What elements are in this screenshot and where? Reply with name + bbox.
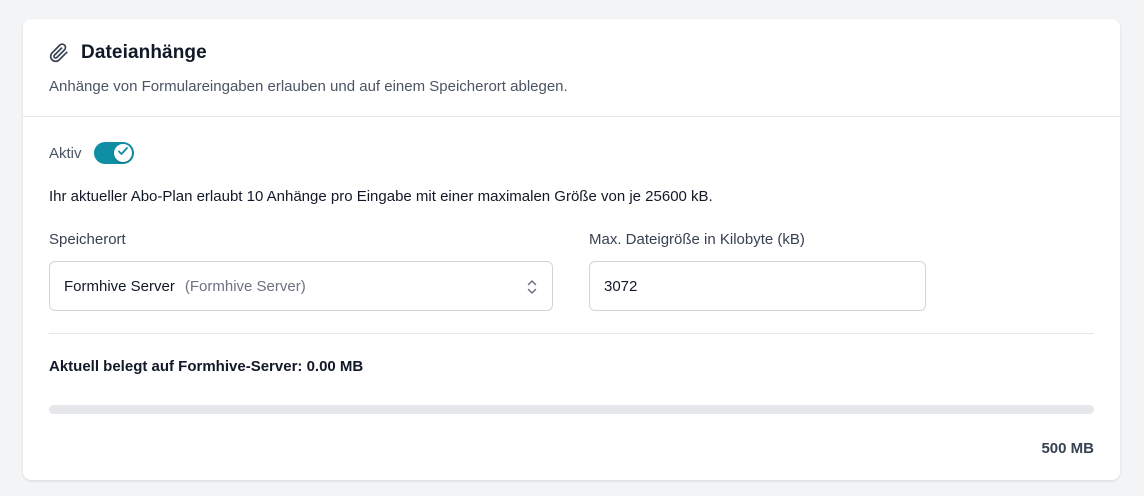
usage-progress-bar	[49, 405, 1094, 414]
toggle-knob	[113, 144, 132, 162]
fields-row: Speicherort Formhive Server (Formhive Se…	[49, 231, 1094, 311]
max-size-label: Max. Dateigröße in Kilobyte (kB)	[589, 231, 805, 248]
card-body: Aktiv Ihr aktueller Abo-Plan erlaubt 10 …	[23, 117, 1120, 457]
title-row: Dateianhänge	[49, 42, 1094, 64]
storage-select-detail: (Formhive Server)	[184, 277, 306, 295]
paperclip-icon	[49, 43, 69, 63]
storage-field: Speicherort Formhive Server (Formhive Se…	[49, 231, 553, 311]
attachments-card: Dateianhänge Anhänge von Formulareingabe…	[23, 19, 1120, 480]
storage-select[interactable]: Formhive Server (Formhive Server)	[49, 261, 553, 311]
card-header: Dateianhänge Anhänge von Formulareingabe…	[23, 19, 1120, 117]
active-toggle-row: Aktiv	[49, 141, 1094, 165]
usage-max-label: 500 MB	[1041, 440, 1094, 457]
active-toggle[interactable]	[93, 142, 134, 164]
section-subtitle: Anhänge von Formulareingaben erlauben un…	[49, 78, 568, 95]
active-toggle-label: Aktiv	[49, 144, 82, 162]
storage-select-value: Formhive Server	[64, 277, 175, 295]
section-title: Dateianhänge	[81, 42, 207, 63]
plan-info-text: Ihr aktueller Abo-Plan erlaubt 10 Anhäng…	[49, 188, 713, 205]
max-size-input[interactable]	[589, 261, 926, 311]
max-size-field: Max. Dateigröße in Kilobyte (kB)	[589, 231, 926, 311]
chevron-up-down-icon	[526, 278, 538, 296]
storage-label: Speicherort	[49, 231, 126, 248]
usage-text: Aktuell belegt auf Formhive-Server: 0.00…	[49, 358, 364, 375]
checkmark-icon	[117, 144, 129, 162]
divider	[49, 333, 1094, 334]
